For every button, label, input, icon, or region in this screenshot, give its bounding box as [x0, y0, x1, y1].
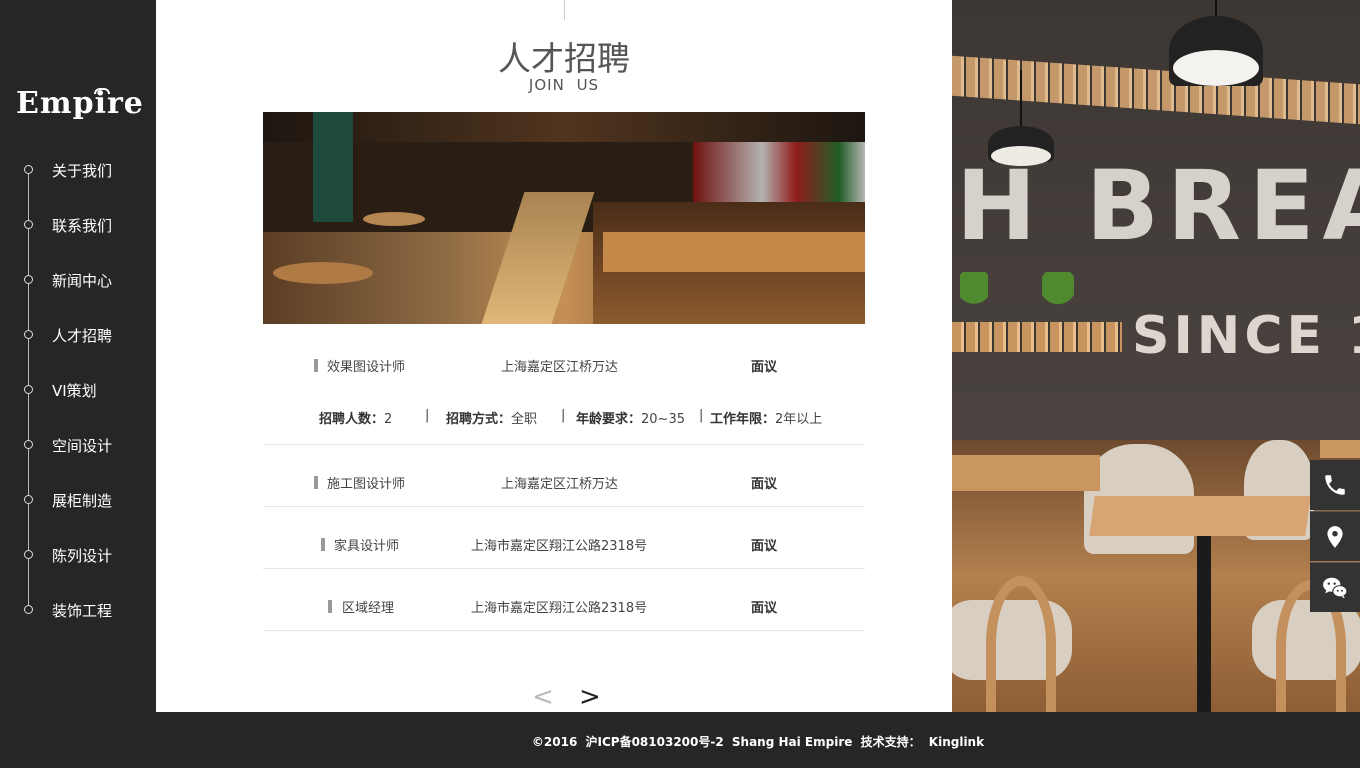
row-divider — [263, 444, 865, 445]
prev-page-button[interactable]: < — [532, 684, 554, 710]
nav-dot-icon — [24, 495, 33, 504]
detail-experience: 工作年限：2年以上 — [710, 412, 823, 427]
sidebar-item-vi[interactable]: VI策划 — [0, 375, 156, 405]
photo-since-text: SINCE 19 — [1132, 306, 1360, 366]
banner-image — [263, 112, 865, 324]
next-page-button[interactable]: > — [579, 684, 601, 710]
location-button[interactable] — [1310, 511, 1360, 561]
job-salary: 面议 — [751, 477, 778, 492]
floating-contact-bar — [1310, 460, 1360, 612]
sidebar-item-label: 人才招聘 — [52, 327, 113, 345]
sidebar-item-decoration[interactable]: 装饰工程 — [0, 595, 156, 625]
detail-headcount: 招聘人数：2 — [319, 412, 393, 427]
nav-dot-icon — [24, 275, 33, 284]
job-title: 家具设计师 — [334, 539, 400, 554]
detail-separator: | — [561, 408, 566, 423]
sidebar-item-label: 陈列设计 — [52, 547, 113, 565]
detail-separator: | — [699, 408, 704, 423]
cafe-photo: H BREAD SINCE 19 — [952, 0, 1360, 712]
nav-dot-icon — [24, 440, 33, 449]
job-title: 区域经理 — [342, 601, 395, 616]
footer-support-link[interactable]: Kinglink — [929, 735, 984, 749]
location-icon — [1327, 526, 1343, 548]
wechat-icon — [1323, 577, 1348, 599]
job-row[interactable]: 施工图设计师 上海嘉定区江桥万达 面议 — [263, 472, 865, 492]
job-row[interactable]: 家具设计师 上海市嘉定区翔江公路2318号 面议 — [263, 534, 865, 554]
footer-text: ©2016 沪ICP备08103200号-2 Shang Hai Empire … — [156, 733, 1360, 750]
detail-type: 招聘方式：全职 — [446, 412, 538, 427]
job-salary: 面议 — [751, 601, 778, 616]
sidebar-item-display-design[interactable]: 陈列设计 — [0, 540, 156, 570]
job-marker — [314, 359, 318, 372]
phone-button[interactable] — [1310, 460, 1360, 510]
detail-age: 年龄要求：20~35 — [576, 412, 685, 427]
sidebar-item-label: 装饰工程 — [52, 602, 113, 620]
page-title: 人才招聘 — [498, 39, 630, 78]
job-row[interactable]: 效果图设计师 上海嘉定区江桥万达 面议 — [263, 355, 865, 375]
sidebar-item-about[interactable]: 关于我们 — [0, 155, 156, 185]
job-marker — [321, 538, 325, 551]
job-marker — [328, 600, 332, 613]
footer-copyright: ©2016 — [531, 735, 578, 749]
sidebar-item-label: VI策划 — [52, 382, 97, 400]
sidebar-item-contact[interactable]: 联系我们 — [0, 210, 156, 240]
row-divider — [263, 506, 865, 507]
row-divider — [263, 568, 865, 569]
nav-dot-icon — [24, 385, 33, 394]
nav-dot-icon — [24, 550, 33, 559]
job-salary: 面议 — [751, 539, 778, 554]
wechat-button[interactable] — [1310, 562, 1360, 612]
job-marker — [314, 476, 318, 489]
nav-dot-icon — [24, 165, 33, 174]
footer-support-label: 技术支持： — [860, 735, 921, 749]
sidebar-item-label: 空间设计 — [52, 437, 113, 455]
detail-separator: | — [425, 408, 430, 423]
footer: ©2016 沪ICP备08103200号-2 Shang Hai Empire … — [156, 712, 1360, 768]
nav-dot-icon — [24, 220, 33, 229]
logo[interactable]: Empire — [16, 86, 144, 121]
job-location: 上海嘉定区江桥万达 — [501, 360, 619, 375]
sidebar-item-showcase[interactable]: 展柜制造 — [0, 485, 156, 515]
job-location: 上海市嘉定区翔江公路2318号 — [471, 601, 648, 616]
photo-wall-text: H BREAD — [956, 150, 1360, 262]
sidebar-item-news[interactable]: 新闻中心 — [0, 265, 156, 295]
nav-dot-icon — [24, 330, 33, 339]
sidebar-item-label: 联系我们 — [52, 217, 113, 235]
footer-icp[interactable]: 沪ICP备08103200号-2 — [586, 735, 724, 749]
sidebar-item-label: 新闻中心 — [52, 272, 113, 290]
job-location: 上海市嘉定区翔江公路2318号 — [471, 539, 648, 554]
job-details: 招聘人数：2 | 招聘方式：全职 | 年龄要求：20~35 | 工作年限：2年以… — [263, 408, 865, 428]
main-content: 人才招聘 JOIN US 效果图设计师 上海嘉定区江桥万达 面议 招聘人数：2 … — [156, 0, 952, 712]
phone-icon — [1325, 475, 1345, 495]
sidebar-item-label: 展柜制造 — [52, 492, 113, 510]
job-title: 施工图设计师 — [327, 477, 406, 492]
nav-dot-icon — [24, 605, 33, 614]
page-subtitle: JOIN US — [528, 76, 600, 94]
sidebar-item-space-design[interactable]: 空间设计 — [0, 430, 156, 460]
sidebar: Empire 关于我们 联系我们 新闻中心 人才招聘 VI策划 空间设计 展柜制… — [0, 0, 156, 768]
top-divider — [564, 0, 565, 20]
job-row[interactable]: 区域经理 上海市嘉定区翔江公路2318号 面议 — [263, 596, 865, 616]
sidebar-item-label: 关于我们 — [52, 162, 113, 180]
footer-company: Shang Hai Empire — [731, 735, 853, 749]
job-salary: 面议 — [751, 360, 778, 375]
logo-crown-icon — [94, 88, 110, 94]
row-divider — [263, 630, 865, 631]
sidebar-item-careers[interactable]: 人才招聘 — [0, 320, 156, 350]
job-title: 效果图设计师 — [327, 360, 406, 375]
job-location: 上海嘉定区江桥万达 — [501, 477, 619, 492]
